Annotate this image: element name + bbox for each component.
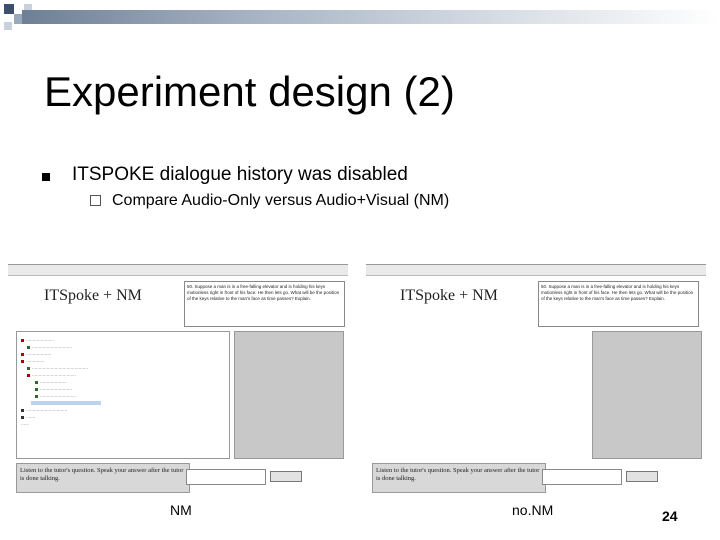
screenshot-nm: ITSpoke + NM 50. Suppose a man is in a f… [8, 264, 348, 495]
instruction-box: Listen to the tutor's question. Speak yo… [16, 463, 190, 493]
header-bar [22, 10, 720, 24]
caption-no-nm: no.NM [512, 502, 554, 518]
window-titlebar [8, 265, 348, 276]
dialogue-history-panel [234, 331, 344, 459]
slide-title: Experiment design (2) [44, 68, 455, 115]
instruction-box: Listen to the tutor's question. Speak yo… [372, 463, 546, 493]
sub-bullet-text: Compare Audio-Only versus Audio+Visual (… [112, 192, 450, 209]
tell-tutor-field[interactable] [186, 469, 266, 485]
navigation-map-panel: ····················· ··················… [16, 331, 230, 459]
question-box: 50. Suppose a man is in a free-falling e… [184, 281, 345, 327]
app-brand: ITSpoke + NM [44, 287, 142, 304]
page-number: 24 [662, 508, 678, 524]
caption-nm: NM [170, 502, 192, 518]
window-titlebar [366, 265, 706, 276]
tell-tutor-field[interactable] [542, 469, 622, 485]
submit-button[interactable] [270, 471, 302, 482]
dialogue-history-panel [592, 331, 702, 459]
app-brand: ITSpoke + NM [400, 287, 498, 304]
screenshot-no-nm: ITSpoke + NM 50. Suppose a man is in a f… [366, 264, 706, 495]
question-box: 50. Suppose a man is in a free-falling e… [538, 281, 699, 327]
submit-button[interactable] [626, 471, 658, 482]
bullet-text: ITSPOKE dialogue history was disabled [72, 164, 408, 185]
square-bullet-icon [42, 173, 50, 181]
hollow-square-bullet-icon [90, 195, 101, 206]
